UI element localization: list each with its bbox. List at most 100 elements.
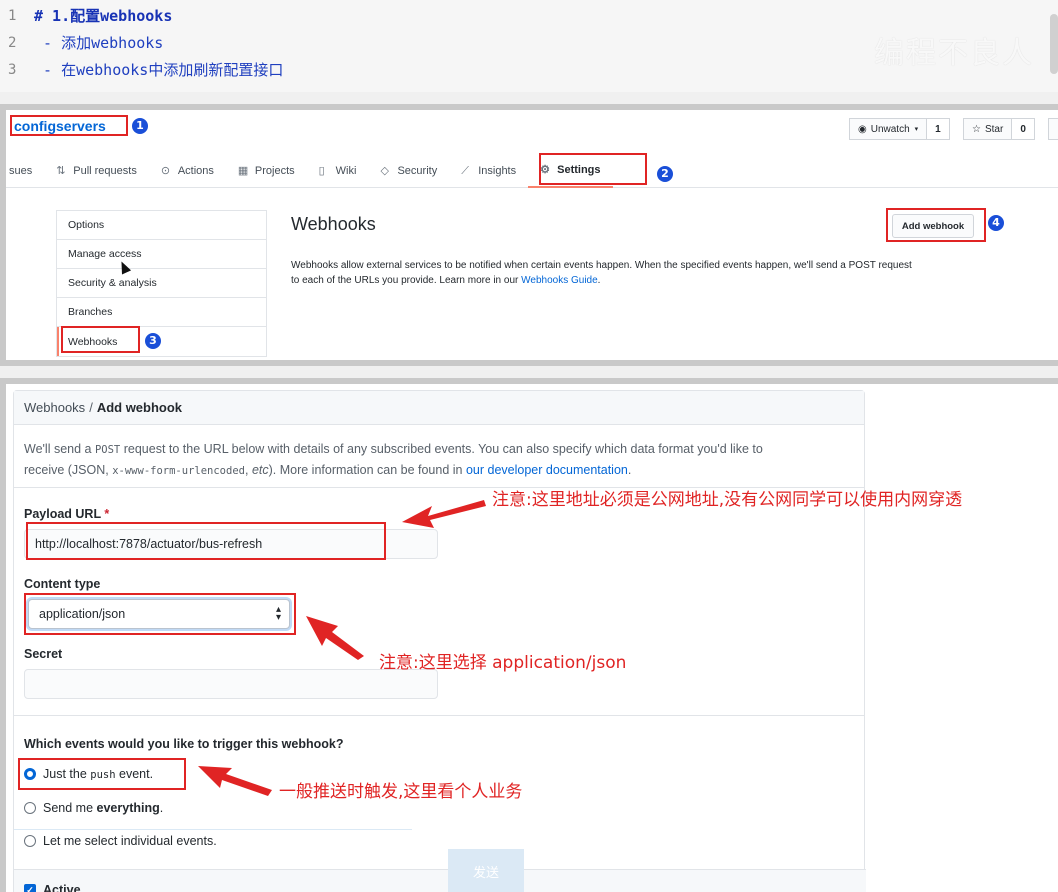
tab-label: Actions	[177, 164, 214, 177]
tab-label: Insights	[478, 164, 517, 177]
active-checkbox-row[interactable]: ✓ Active	[14, 869, 866, 892]
intro-text: .	[627, 463, 632, 477]
tab-projects[interactable]: ▦ Projects	[226, 154, 307, 188]
editor-line-2: 2 - 添加webhooks	[0, 29, 700, 56]
annotation-payload-note: 注意:这里地址必须是公网地址,没有公网同学可以使用内网穿透	[492, 490, 963, 510]
arrow-icon	[402, 500, 486, 528]
highlight-box	[26, 522, 386, 560]
add-webhook-form: Webhooks / Add webhook We'll send a POST…	[13, 390, 866, 892]
intro-code: x-www-form-urlencoded	[112, 465, 245, 477]
watch-group: ◉ Unwatch ▾ 1	[849, 118, 950, 140]
intro-text: request to the URL below with details of…	[120, 442, 763, 456]
intro-text: receive (JSON,	[24, 463, 113, 477]
required-marker: *	[104, 507, 110, 521]
line-number: 1	[8, 7, 17, 24]
payload-url-label: Payload URL *	[24, 507, 109, 521]
checkmark-icon[interactable]: ✓	[24, 883, 36, 892]
unwatch-button[interactable]: ◉ Unwatch ▾	[849, 118, 928, 140]
intro-code: POST	[94, 444, 121, 456]
tab-wiki[interactable]: ▯ Wiki	[307, 154, 369, 188]
divider	[14, 715, 864, 716]
breadcrumb: Webhooks / Add webhook	[14, 391, 864, 425]
webhooks-description: Webhooks allow external services to be n…	[291, 258, 991, 288]
event-option-select[interactable]: Let me select individual events.	[24, 834, 217, 848]
sidebar-item-branches[interactable]: Branches	[57, 298, 266, 327]
graph-icon: ⟋	[461, 164, 469, 177]
sidebar-item-security-analysis[interactable]: Security & analysis	[57, 269, 266, 298]
tab-issues[interactable]: sues	[6, 154, 44, 188]
tab-label: Security	[397, 164, 438, 177]
tab-label: sues	[9, 164, 33, 177]
developer-docs-link[interactable]: our developer documentation	[466, 463, 628, 477]
highlight-box	[61, 326, 140, 353]
tab-label: Projects	[254, 164, 295, 177]
sidebar-item-manage-access[interactable]: Manage access	[57, 240, 266, 269]
tab-insights[interactable]: ⟋ Insights	[449, 154, 528, 188]
page-title: Webhooks	[291, 214, 376, 234]
line-number: 2	[8, 34, 17, 51]
breadcrumb-webhooks-link[interactable]: Webhooks	[24, 400, 85, 415]
intro-text: etc	[251, 463, 269, 477]
tab-actions[interactable]: ⊙ Actions	[149, 154, 226, 188]
radio-unchecked[interactable]	[24, 835, 36, 847]
tab-label: Wiki	[335, 164, 357, 177]
breadcrumb-separator: /	[89, 400, 93, 415]
pull-request-icon: ⇅	[56, 164, 66, 177]
line-number: 3	[8, 61, 17, 78]
arrow-icon	[198, 766, 272, 796]
star-count[interactable]: 0	[1012, 118, 1035, 140]
watch-count[interactable]: 1	[927, 118, 950, 140]
step-badge: 2	[657, 166, 673, 182]
line-text: - 添加webhooks	[34, 34, 164, 52]
label-text: Payload URL	[24, 507, 101, 521]
star-label: Star	[984, 123, 1004, 135]
annotation-events-note: 一般推送时触发,这里看个人业务	[279, 782, 523, 802]
radio-unchecked[interactable]	[24, 802, 36, 814]
unwatch-label: Unwatch	[870, 123, 910, 135]
sidebar-item-options[interactable]: Options	[57, 211, 266, 240]
line-text: - 在webhooks中添加刷新配置接口	[34, 61, 284, 79]
webhooks-guide-link[interactable]: Webhooks Guide	[521, 275, 598, 286]
editor-line-1: 1 # 1.配置webhooks	[0, 2, 700, 29]
project-icon: ▦	[237, 164, 249, 177]
book-icon: ▯	[318, 164, 325, 177]
tab-security[interactable]: ◇ Security	[368, 154, 449, 188]
divider	[14, 829, 412, 830]
caret-down-icon: ▾	[914, 126, 919, 133]
repo-settings-page: configservers 1 ◉ Unwatch ▾ 1 ☆ Star 0 s…	[6, 110, 1058, 360]
repo-settings-screenshot: configservers 1 ◉ Unwatch ▾ 1 ☆ Star 0 s…	[0, 104, 1058, 366]
star-group: ☆ Star 0	[963, 118, 1035, 140]
secret-input[interactable]	[24, 669, 438, 699]
annotation-content-type-note: 注意:这里选择 application/json	[379, 653, 627, 673]
intro-text: ). More information can be found in	[268, 463, 466, 477]
option-text: Send me	[43, 801, 97, 815]
line-text: # 1.配置webhooks	[34, 7, 173, 25]
markdown-editor: 1 # 1.配置webhooks 2 - 添加webhooks 3 - 在web…	[0, 0, 1058, 92]
event-option-everything[interactable]: Send me everything.	[24, 801, 163, 815]
intro-text: We'll send a	[24, 442, 95, 456]
eye-icon: ◉	[858, 123, 867, 135]
arrow-icon	[306, 616, 364, 660]
option-text: .	[159, 801, 164, 815]
option-label: Send me everything.	[43, 801, 163, 815]
desc-text: Webhooks allow external services to be n…	[291, 260, 912, 271]
active-label: Active	[43, 882, 81, 892]
watermark: 编程不良人	[874, 36, 1034, 71]
fork-button[interactable]	[1048, 118, 1058, 140]
option-label: Let me select individual events.	[43, 834, 217, 848]
content-type-label: Content type	[24, 577, 101, 591]
scrollbar[interactable]	[1050, 14, 1058, 74]
star-icon: ☆	[972, 123, 981, 135]
send-button[interactable]: 发送	[448, 849, 524, 892]
form-intro: We'll send a POST request to the URL bel…	[24, 439, 854, 481]
editor-line-3: 3 - 在webhooks中添加刷新配置接口	[0, 56, 700, 83]
highlight-box	[18, 758, 186, 790]
events-title: Which events would you like to trigger t…	[24, 737, 344, 751]
step-badge: 4	[988, 215, 1004, 231]
tab-pull-requests[interactable]: ⇅ Pull requests	[44, 154, 149, 188]
star-button[interactable]: ☆ Star	[963, 118, 1013, 140]
secret-label: Secret	[24, 647, 63, 661]
desc-text: to each of the URLs you provide. Learn m…	[291, 275, 522, 286]
repo-tabs: sues ⇅ Pull requests ⊙ Actions ▦ Project…	[6, 154, 1058, 188]
step-badge: 1	[132, 118, 148, 134]
